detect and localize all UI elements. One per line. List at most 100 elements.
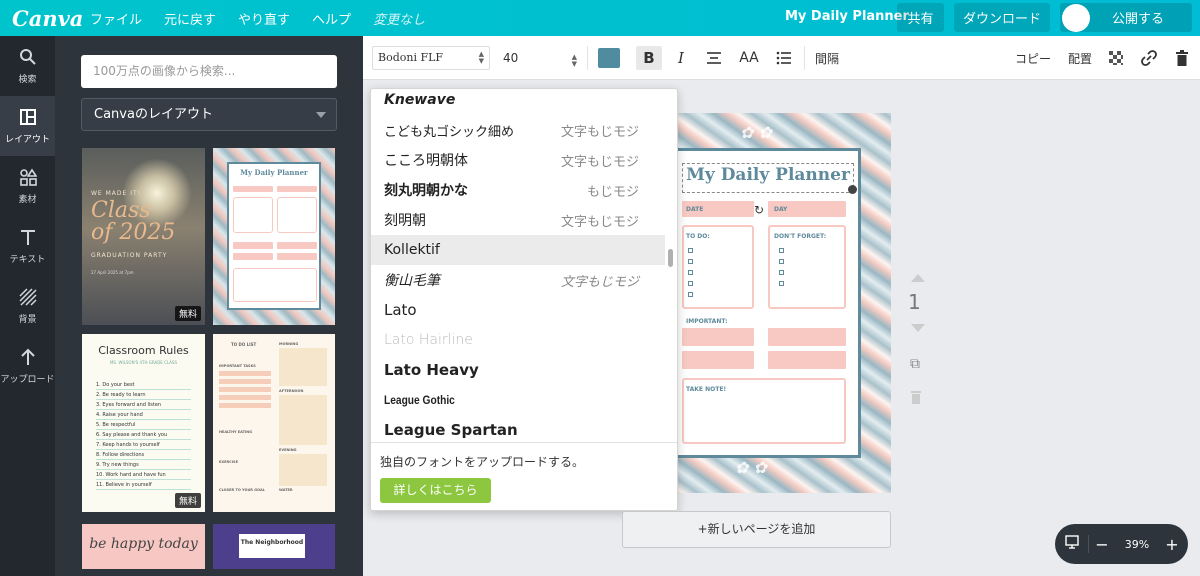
link-button[interactable] — [1139, 46, 1159, 70]
thumb-text: GRADUATION PARTY — [91, 252, 168, 259]
rail-label: 検索 — [18, 75, 37, 85]
thumb-text: EXERCISE — [219, 460, 238, 464]
canva-logo[interactable]: Canva — [12, 6, 83, 31]
layout-thumbnail-todo-list[interactable]: TO DO LIST MORNING AFTERNOON EVENING IMP… — [213, 334, 335, 512]
menu-file[interactable]: ファイル — [90, 9, 142, 28]
font-option[interactable]: 衡山毛筆 文字もじモジ — [371, 265, 665, 295]
zoom-in-button[interactable]: + — [1159, 535, 1185, 554]
add-page-button[interactable]: +新しいページを追加 — [622, 511, 891, 548]
rail-item-search[interactable]: 検索 — [0, 36, 55, 96]
page-up-icon[interactable] — [911, 274, 925, 282]
rail-item-background[interactable]: 背景 — [0, 276, 55, 336]
checkbox-icon — [779, 281, 784, 286]
layout-thumbnail-classroom-rules[interactable]: Classroom Rules MS. WILSON'S 4TH GRADE C… — [82, 334, 205, 512]
image-search-input[interactable]: 100万点の画像から検索... — [81, 55, 337, 88]
thumb-shape — [279, 395, 327, 445]
rail-item-text[interactable]: テキスト — [0, 216, 55, 276]
align-center-icon — [707, 52, 721, 64]
font-option[interactable]: こども丸ゴシック細め 文字もじモジ — [371, 115, 665, 145]
design-page[interactable]: ✿ ✿ My Daily Planner DATE DAY ↻ TO DO: D… — [645, 113, 891, 493]
transparency-button[interactable] — [1108, 46, 1124, 70]
list-icon — [776, 51, 791, 65]
spacing-button[interactable]: 間隔 — [815, 46, 839, 70]
left-rail: 検索 レイアウト 素材 テキスト 背景 アップロード — [0, 36, 55, 576]
rotate-icon[interactable]: ↻ — [754, 203, 764, 217]
rail-item-upload[interactable]: アップロード — [0, 336, 55, 396]
updown-arrows-icon: ▲ ▼ — [478, 50, 484, 65]
publish-button[interactable]: 公開する — [1060, 3, 1192, 32]
font-option[interactable]: League Gothic — [371, 385, 665, 415]
thumb-text: IMPORTANT TASKS — [219, 364, 256, 368]
thumb-heading: be happy today — [89, 536, 198, 552]
font-option-hovered[interactable]: Kollektif — [371, 235, 665, 265]
thumb-text: 27 April 2025 at 7pm — [91, 270, 134, 275]
upload-fonts-text: 独自のフォントをアップロードする。 — [380, 455, 585, 469]
download-button[interactable]: ダウンロード — [954, 3, 1050, 32]
document-title[interactable]: My Daily Planner — [785, 9, 909, 24]
rail-item-layout[interactable]: レイアウト — [0, 96, 55, 156]
chevron-down-icon — [316, 112, 326, 118]
planner-title[interactable]: My Daily Planner — [678, 165, 858, 185]
layout-thumbnail-neighborhood[interactable]: The Neighborhood — [213, 524, 335, 569]
list-button[interactable] — [772, 46, 796, 70]
font-family-select[interactable]: Bodoni FLF ▲ ▼ — [372, 46, 490, 70]
background-icon — [0, 288, 55, 308]
checkbox-icon — [688, 259, 693, 264]
menu-undo[interactable]: 元に戻す — [164, 9, 216, 28]
rail-item-elements[interactable]: 素材 — [0, 156, 55, 216]
font-option[interactable]: Lato Hairline — [371, 325, 665, 355]
publish-toggle-icon — [1062, 3, 1090, 32]
layouts-panel: 100万点の画像から検索... Canvaのレイアウト WE MADE IT! … — [55, 36, 363, 576]
zoom-control: − 39% + — [1055, 524, 1188, 564]
date-label: DATE — [686, 206, 704, 213]
thumb-shape — [233, 268, 317, 302]
uppercase-button[interactable]: AA — [735, 46, 763, 70]
delete-button[interactable] — [1172, 46, 1192, 70]
delete-page-icon[interactable] — [910, 390, 922, 408]
text-color-button[interactable] — [598, 48, 620, 68]
important-field — [682, 351, 754, 369]
present-icon[interactable] — [1055, 535, 1089, 553]
font-size-select[interactable]: 40 ▲ ▼ — [499, 46, 579, 70]
arrange-button[interactable]: 配置 — [1068, 46, 1092, 70]
important-field — [768, 328, 846, 346]
learn-more-button[interactable]: 詳しくはこちら — [380, 478, 491, 503]
layout-thumbnail-be-happy[interactable]: be happy today — [82, 524, 205, 569]
share-button[interactable]: 共有 — [897, 3, 944, 32]
layout-type-select[interactable]: Canvaのレイアウト — [81, 98, 337, 131]
font-option[interactable]: 刻丸明朝かな もじモジ — [371, 175, 665, 205]
rule-row: 2. Be ready to learn — [96, 390, 191, 400]
italic-button[interactable]: I — [669, 46, 693, 70]
dropdown-scrollbar[interactable] — [668, 249, 673, 267]
zoom-out-button[interactable]: − — [1089, 535, 1115, 554]
layout-select-value: Canvaのレイアウト — [94, 107, 213, 122]
zoom-value[interactable]: 39% — [1115, 538, 1159, 551]
copy-button[interactable]: コピー — [1015, 46, 1051, 70]
thumb-shape — [277, 186, 317, 192]
layout-thumbnail-graduation[interactable]: WE MADE IT! Class of 2025 GRADUATION PART… — [82, 148, 205, 325]
font-option[interactable]: Knewave — [371, 89, 665, 115]
page-down-icon[interactable] — [911, 324, 925, 332]
layout-thumbnail-planner[interactable]: My Daily Planner — [213, 148, 335, 325]
font-option[interactable]: League Spartan — [371, 415, 665, 445]
page-decoration: ✿ ✿ — [735, 458, 767, 477]
thumb-text: EVENING — [279, 448, 297, 452]
elements-icon — [0, 168, 55, 188]
font-option[interactable]: Lato Heavy — [371, 355, 665, 385]
bold-button[interactable]: B — [636, 46, 662, 70]
font-option[interactable]: 刻明朝 文字もじモジ — [371, 205, 665, 235]
align-center-button[interactable] — [702, 46, 726, 70]
thumb-shape — [219, 395, 271, 400]
publish-label: 公開する — [1112, 12, 1165, 27]
resize-handle[interactable] — [848, 185, 857, 194]
duplicate-page-icon[interactable]: ⧉ — [910, 356, 920, 372]
menu-redo[interactable]: やり直す — [238, 9, 290, 28]
toolbar-divider — [804, 46, 805, 70]
take-note-label: TAKE NOTE! — [686, 386, 727, 393]
menu-help[interactable]: ヘルプ — [312, 9, 351, 28]
dropdown-footer: 独自のフォントをアップロードする。 詳しくはこちら — [371, 442, 677, 510]
thumb-text: MORNING — [279, 342, 299, 346]
thumb-heading: The Neighborhood — [239, 534, 305, 558]
font-option[interactable]: Lato — [371, 295, 665, 325]
font-option[interactable]: こころ明朝体 文字もじモジ — [371, 145, 665, 175]
